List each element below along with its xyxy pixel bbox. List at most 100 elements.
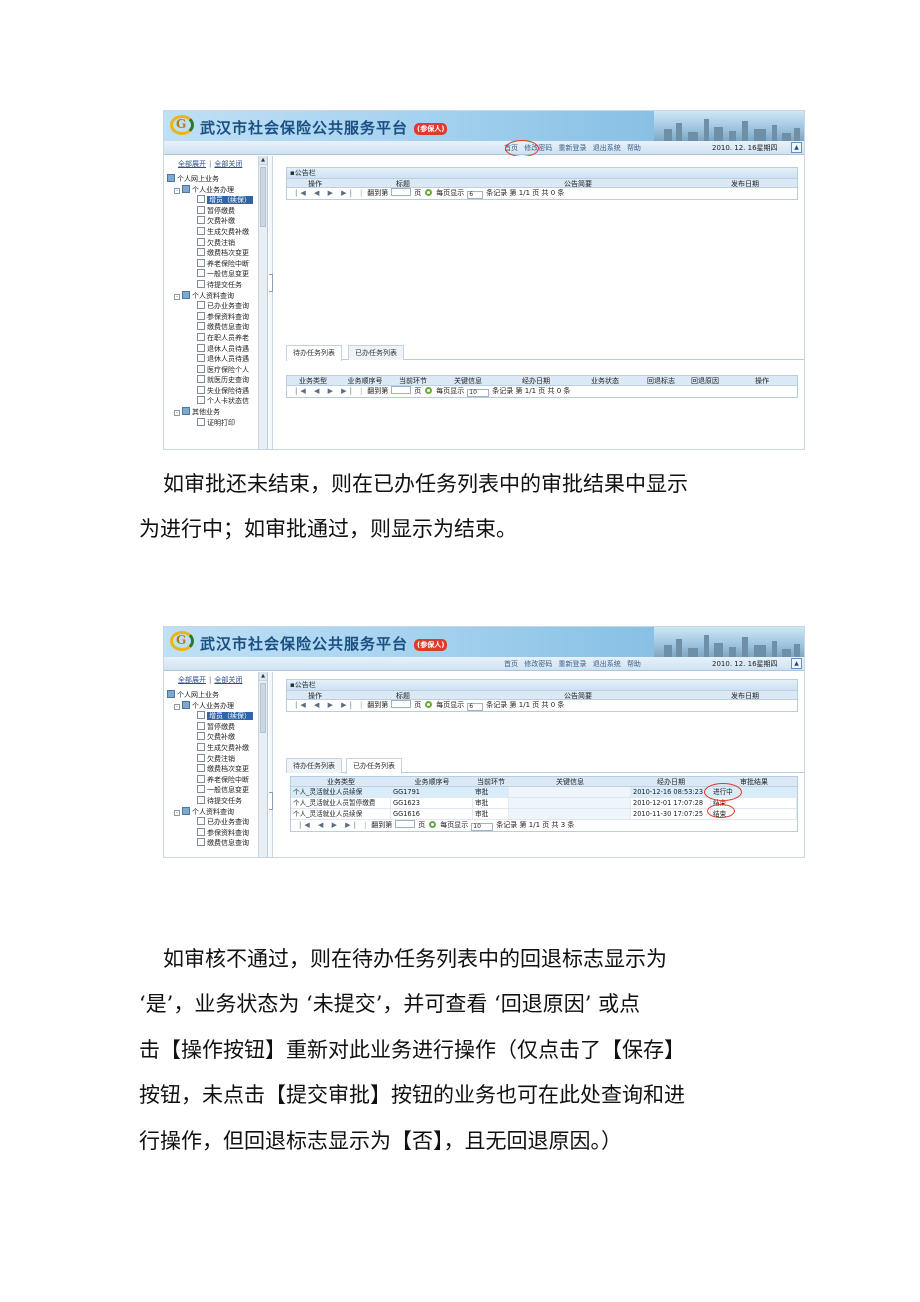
tree-item[interactable]: 欠费注销 [164,237,257,249]
tab-pending-tasks[interactable]: 待办任务列表 [286,345,342,361]
pager-nav-icons[interactable]: |◀ ◀ ▶ ▶| [295,189,355,197]
expand-all-link[interactable]: 全部展开 [178,676,206,684]
splitter[interactable] [269,672,273,857]
scroll-thumb[interactable] [260,167,266,227]
collapse-toggle-icon[interactable]: - [174,410,180,417]
nav-logout[interactable]: 退出系统 [593,660,621,668]
highlight-circle-home [505,140,539,157]
tree-item[interactable]: 欠费补缴 [164,732,257,743]
collapse-up-icon[interactable]: ▲ [791,142,802,153]
page-input[interactable] [391,188,412,196]
tree-item[interactable]: 暂停缴费 [164,721,257,733]
document-icon [197,311,205,320]
nav-help[interactable]: 帮助 [627,660,641,668]
scroll-up-icon[interactable]: ▲ [259,156,267,165]
scroll-up-icon[interactable]: ▲ [259,672,267,681]
nav-relogin[interactable]: 重新登录 [558,144,586,152]
platform-title: 武汉市社会保险公共服务平台 [200,635,409,653]
page-input[interactable] [391,386,412,394]
tab-pending-tasks[interactable]: 待办任务列表 [286,758,342,773]
tab-done-tasks[interactable]: 已办任务列表 [346,758,402,774]
tree-item[interactable]: 生成欠费补缴 [164,226,257,238]
tree-item[interactable]: 退休人员待遇 [164,354,257,365]
paragraph-2-line-4: 按钮，未点击【提交审批】按钮的业务也可在此处查询和进 [139,1083,685,1107]
tree-item[interactable]: 生成欠费补缴 [164,742,257,754]
expand-all-link[interactable]: 全部展开 [178,160,206,168]
tree-item[interactable]: 缴费信息查询 [164,322,257,333]
tree-item[interactable]: 增员（续保） [164,711,257,722]
tree-item[interactable]: 一般信息变更 [164,785,257,796]
tree-item[interactable]: 失业保险待遇 [164,385,257,397]
go-icon[interactable] [425,189,433,196]
collapse-all-link[interactable]: 全部关闭 [214,676,242,684]
page-input[interactable] [395,820,416,828]
nav-change-password[interactable]: 修改密码 [524,660,552,668]
nav-help[interactable]: 帮助 [627,144,641,152]
tree-item[interactable]: - 其他业务 [164,407,257,418]
scroll-thumb[interactable] [260,683,266,733]
logo-mark: G [176,633,187,647]
tree-item[interactable]: 缴费档次变更 [164,248,257,259]
tree-item[interactable]: 欠费注销 [164,753,257,765]
per-page-input[interactable]: 6 [467,703,484,711]
tree-item[interactable]: 缴费档次变更 [164,764,257,775]
tree-item[interactable]: 个人卡状态信 [164,396,257,407]
col-date: 经办日期 [657,778,685,786]
tree-item[interactable]: - 个人资料查询 [164,290,257,302]
tree-item[interactable]: 已办业务查询 [164,301,257,312]
tree-item[interactable]: - 个人资料查询 [164,806,257,818]
pager-nav-icons[interactable]: |◀ ◀ ▶ ▶| [295,387,355,395]
per-page-input[interactable]: 6 [467,191,484,199]
pager-nav-icons[interactable]: |◀ ◀ ▶ ▶| [295,701,355,709]
per-page-input[interactable]: 10 [467,389,490,397]
notice-header: 操作 标题 公告简要 发布日期 [287,690,797,700]
collapse-up-icon[interactable]: ▲ [791,658,802,669]
tree-item[interactable]: - 个人业务办理 [164,184,257,196]
tree-item[interactable]: 养老保险中断 [164,774,257,786]
tree-item[interactable]: 待提交任务 [164,795,257,807]
tree-item[interactable]: - 个人业务办理 [164,700,257,712]
screenshot-pending-tasks: G 武汉市社会保险公共服务平台 (参保人) 首页 修改密码 重新登录 退出系统 … [163,110,805,450]
tree-item[interactable]: 参保资料查询 [164,311,257,323]
per-page-input[interactable]: 10 [471,823,494,831]
tree-item[interactable]: 一般信息变更 [164,269,257,280]
sidebar-scrollbar[interactable]: ▲ [258,672,267,857]
main-panel: ▪公告栏 操作 标题 公告简要 发布日期 |◀ ◀ ▶ ▶| | 翻到第页每页显示 6… [274,156,804,449]
tree-item[interactable]: 暂停缴费 [164,205,257,217]
tree-item[interactable]: 退休人员待遇 [164,343,257,355]
document-icon [197,774,205,783]
tree-item[interactable]: 缴费信息查询 [164,838,257,849]
tree-item[interactable]: 在职人员养老 [164,332,257,344]
col-summary: 公告简要 [564,692,592,699]
collapse-toggle-icon[interactable]: - [174,703,180,710]
tree-item[interactable]: 增员（续保） [164,195,257,206]
tree-item[interactable]: 养老保险中断 [164,258,257,270]
pager-nav-icons[interactable]: |◀ ◀ ▶ ▶| [299,821,359,829]
collapse-all-link[interactable]: 全部关闭 [214,160,242,168]
go-icon[interactable] [425,387,433,394]
tab-done-tasks[interactable]: 已办任务列表 [348,345,404,360]
collapse-toggle-icon[interactable]: - [174,187,180,194]
tree-item[interactable]: 参保资料查询 [164,827,257,839]
tree-item[interactable]: 医疗保险个人 [164,364,257,376]
go-icon[interactable] [429,821,437,828]
sidebar-scrollbar[interactable]: ▲ [258,156,267,449]
tree-item-label: 参保资料查询 [207,312,249,321]
nav-logout[interactable]: 退出系统 [593,144,621,152]
go-icon[interactable] [425,701,433,708]
col-title: 标题 [396,180,410,187]
splitter[interactable] [269,156,273,449]
current-date: 2010. 12. 16星期四 [712,144,778,152]
tree-item[interactable]: 个人网上业务 [164,174,257,185]
page-input[interactable] [391,700,412,708]
nav-home[interactable]: 首页 [504,660,518,668]
collapse-toggle-icon[interactable]: - [174,293,180,300]
collapse-toggle-icon[interactable]: - [174,809,180,816]
tree-item[interactable]: 已办业务查询 [164,817,257,828]
tree-item[interactable]: 就医历史查询 [164,375,257,386]
nav-relogin[interactable]: 重新登录 [558,660,586,668]
tree-item[interactable]: 欠费补缴 [164,216,257,227]
tree-item[interactable]: 待提交任务 [164,279,257,291]
tree-item[interactable]: 证明打印 [164,417,257,429]
tree-item[interactable]: 个人网上业务 [164,690,257,701]
